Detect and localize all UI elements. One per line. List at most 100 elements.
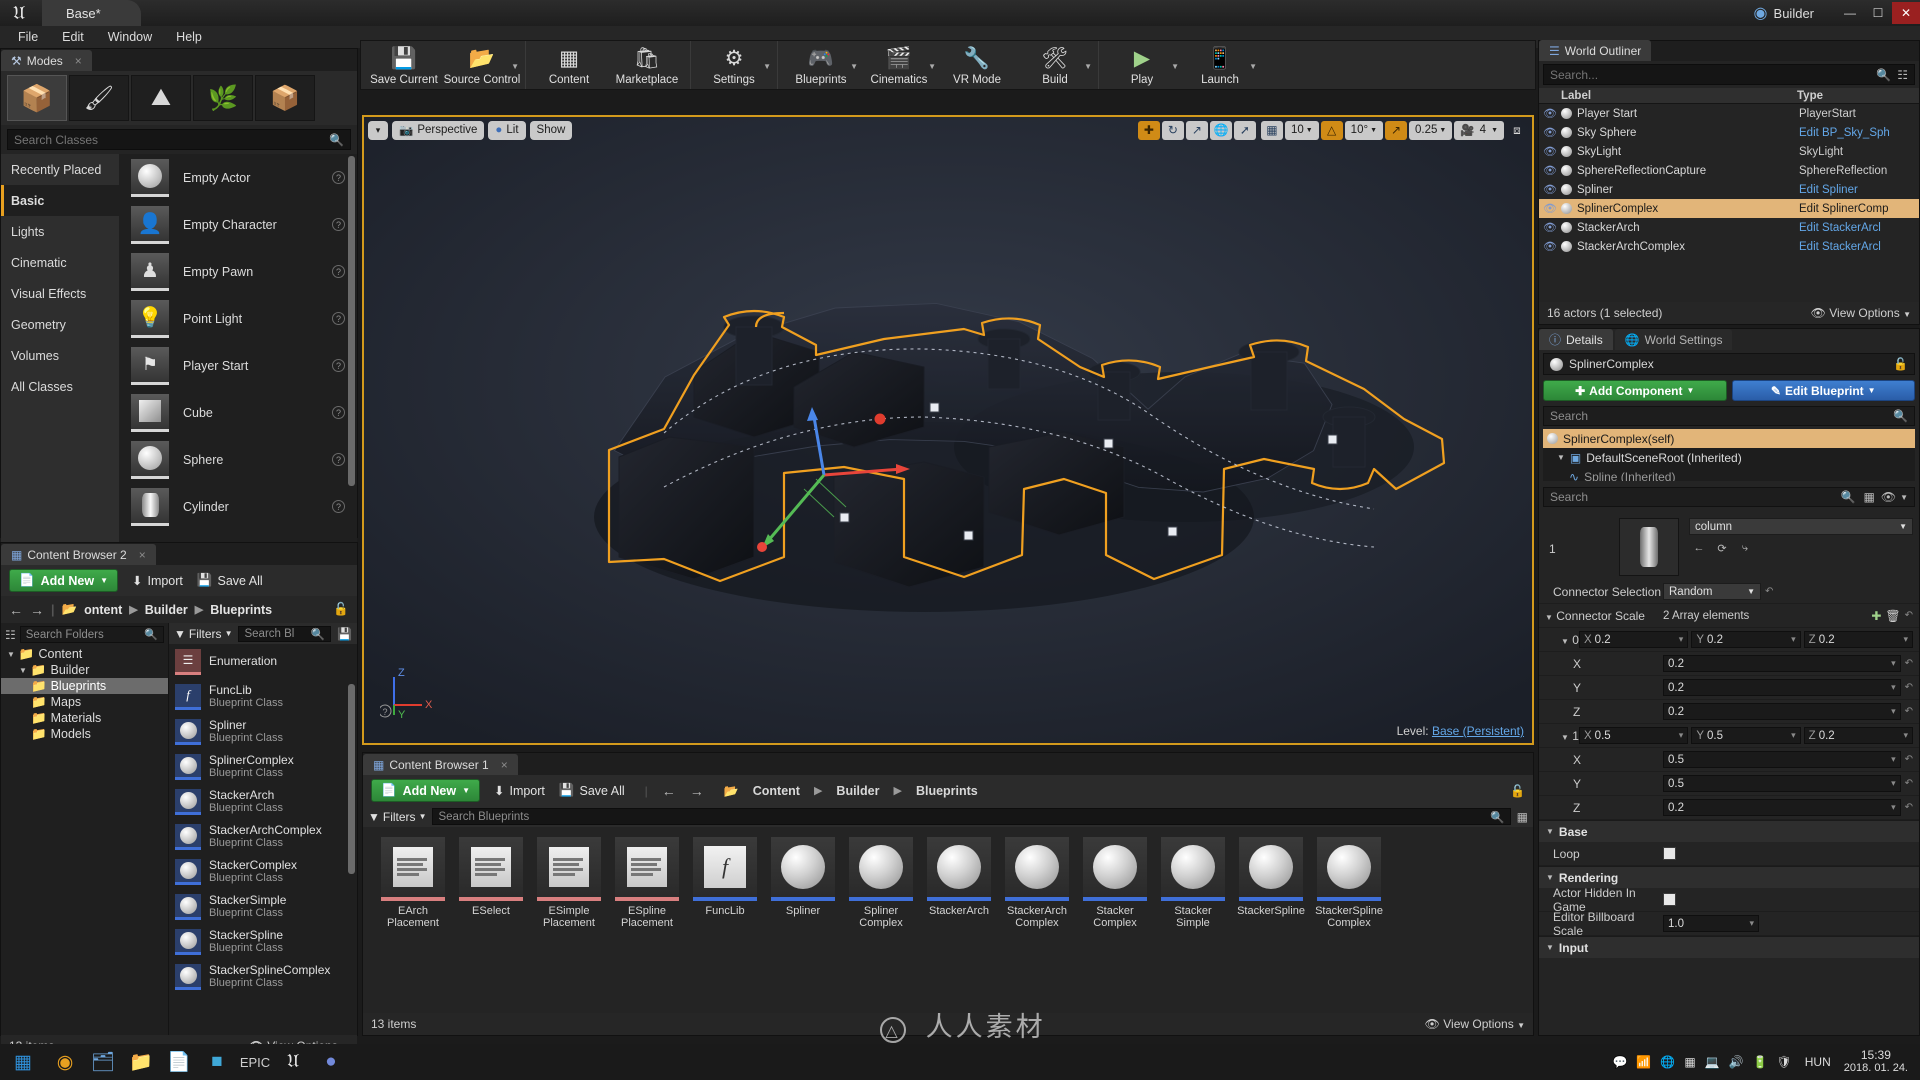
save-current-button[interactable]: 💾 Save Current — [365, 41, 443, 89]
surface-snap-button[interactable]: ➚ — [1233, 120, 1256, 140]
visibility-eye-icon[interactable]: 👁 — [1539, 107, 1561, 120]
property-grid-view-icon[interactable]: ▦ — [1864, 490, 1875, 504]
outliner-row-type[interactable]: Edit StackerArcl — [1797, 241, 1919, 253]
vector-component-field[interactable]: X 0.5 ▾ — [1579, 727, 1689, 744]
list-item[interactable]: 💡 Point Light ? — [119, 295, 357, 342]
cb1-crumb-blueprints[interactable]: Blueprints — [916, 784, 978, 798]
component-root[interactable]: SplinerComplex(self) — [1543, 429, 1915, 448]
asset-tile[interactable]: StackerSpline Complex — [1315, 837, 1383, 929]
cb1-view-toggle-icon[interactable]: ▦ — [1517, 810, 1528, 824]
menu-help[interactable]: Help — [164, 28, 214, 46]
cb1-tab-close-icon[interactable]: × — [501, 758, 508, 772]
spinner-icon[interactable]: ▾ — [1791, 634, 1796, 645]
outliner-row-type[interactable]: Edit Spliner — [1797, 184, 1919, 196]
taskbar-unreal-icon[interactable]: 𝔘 — [274, 1044, 312, 1080]
outliner-row[interactable]: 👁 SplinerComplex Edit SplinerComp — [1539, 199, 1919, 218]
list-item[interactable]: StackerSplineComplex Blueprint Class — [169, 959, 357, 994]
tray-volume-icon[interactable]: 🔊 — [1729, 1055, 1744, 1069]
help-icon[interactable]: ? — [332, 359, 345, 372]
spinner-icon[interactable]: ▾ — [1891, 682, 1896, 693]
array-add-icon[interactable]: ✚ — [1871, 609, 1881, 623]
spinner-icon[interactable]: ▾ — [1679, 730, 1684, 741]
vector-component-field[interactable]: Y 0.2 ▾ — [1691, 631, 1801, 648]
rotate-tool-button[interactable]: ↻ — [1161, 120, 1184, 140]
category-geometry[interactable]: Geometry — [1, 309, 119, 340]
outliner-search-row[interactable]: 🔍 ☷ — [1543, 64, 1915, 85]
spinner-icon[interactable]: ▾ — [1891, 706, 1896, 717]
category-recently-placed[interactable]: Recently Placed — [1, 154, 119, 185]
outliner-filter-icon[interactable]: ☷ — [1897, 68, 1908, 82]
project-tab[interactable]: Base* — [42, 0, 141, 26]
spinner-icon[interactable]: ▾ — [1679, 634, 1684, 645]
asset-tile[interactable]: ESelect — [457, 837, 525, 929]
launch-button[interactable]: 📱 Launch ▼ — [1181, 41, 1259, 89]
reset-arrow-icon[interactable]: ↶ — [1905, 754, 1913, 765]
tab-world-settings[interactable]: 🌐 World Settings — [1614, 329, 1733, 350]
array-clear-icon[interactable]: 🗑 — [1885, 609, 1900, 623]
folder-builder[interactable]: ▼ 📁 Builder — [1, 662, 168, 678]
outliner-row-type[interactable]: Edit StackerArcl — [1797, 222, 1919, 234]
folder-models[interactable]: 📁 Models — [1, 726, 168, 742]
outliner-row[interactable]: 👁 SphereReflectionCapture SphereReflection — [1539, 161, 1919, 180]
angle-snap-toggle[interactable]: △ — [1320, 120, 1343, 140]
folder-maps[interactable]: 📁 Maps — [1, 694, 168, 710]
camera-speed-control[interactable]: 🎥 4 ▼ — [1454, 120, 1504, 140]
asset-tile[interactable]: StackerArch — [925, 837, 993, 929]
list-item[interactable]: Cylinder ? — [119, 483, 357, 530]
category-visual-effects[interactable]: Visual Effects — [1, 278, 119, 309]
list-item[interactable]: StackerArch Blueprint Class — [169, 784, 357, 819]
outliner-row-type[interactable]: Edit BP_Sky_Sph — [1797, 127, 1919, 139]
expand-triangle-icon[interactable]: ▼ — [1546, 943, 1554, 952]
cb2-crumb-blueprints[interactable]: Blueprints — [210, 603, 272, 617]
reset-arrow-icon[interactable]: ↶ — [1905, 658, 1913, 669]
tree-view-icon[interactable]: ☷ — [5, 628, 16, 642]
mesh-select-dropdown[interactable]: column ▼ — [1689, 518, 1913, 535]
build-button[interactable]: 🛠 Build ▼ — [1016, 41, 1094, 89]
asset-tile[interactable]: ESimple Placement — [535, 837, 603, 929]
scale-snap-value[interactable]: 0.25 ▼ — [1409, 120, 1453, 140]
expand-triangle-icon[interactable]: ▼ — [1557, 453, 1565, 462]
visibility-eye-icon[interactable]: 👁 — [1539, 183, 1561, 196]
property-eye-icon[interactable]: 👁 — [1881, 490, 1896, 504]
reset-arrow-icon[interactable]: ↶ — [1765, 586, 1773, 597]
search-classes-row[interactable]: 🔍 — [7, 129, 351, 150]
property-checkbox[interactable] — [1663, 893, 1676, 906]
asset-tile[interactable]: StackerSpline — [1237, 837, 1305, 929]
cb1-filters-button[interactable]: ▼ Filters ▼ — [368, 810, 426, 824]
category-volumes[interactable]: Volumes — [1, 340, 119, 371]
cb2-save-icon[interactable]: 💾 — [337, 627, 352, 641]
list-item[interactable]: ♟ Empty Pawn ? — [119, 248, 357, 295]
asset-tile[interactable]: Spliner — [769, 837, 837, 929]
vector-component-field[interactable]: Z 0.2 ▾ — [1803, 727, 1913, 744]
folder-content[interactable]: ▼ 📁 Content — [1, 646, 168, 662]
expand-triangle-icon[interactable]: ▼ — [1561, 637, 1569, 646]
asset-tile[interactable]: f FuncLib — [691, 837, 759, 929]
taskbar-browser-icon[interactable]: ◉ — [46, 1044, 84, 1080]
outliner-search-input[interactable] — [1550, 67, 1877, 82]
cb2-import-button[interactable]: ⬇ Import — [132, 573, 183, 589]
visibility-eye-icon[interactable]: 👁 — [1539, 240, 1561, 252]
settings-button[interactable]: ⚙ Settings ▼ — [695, 41, 773, 89]
component-value-field[interactable]: 0.5 ▾ — [1663, 751, 1901, 768]
category-all-classes[interactable]: All Classes — [1, 371, 119, 402]
help-icon[interactable]: ? — [332, 218, 345, 231]
help-icon[interactable]: ? — [332, 171, 345, 184]
category-basic[interactable]: Basic — [1, 185, 119, 216]
outliner-row[interactable]: 👁 Sky Sphere Edit BP_Sky_Sph — [1539, 123, 1919, 142]
asset-tile[interactable]: Spliner Complex — [847, 837, 915, 929]
cinematics-button[interactable]: 🎬 Cinematics ▼ — [860, 41, 938, 89]
property-checkbox[interactable] — [1663, 847, 1676, 860]
modes-tab-close-icon[interactable]: × — [75, 54, 82, 68]
outliner-row[interactable]: 👁 SkyLight SkyLight — [1539, 142, 1919, 161]
minimize-button[interactable]: — — [1836, 2, 1864, 24]
tray-grid-icon[interactable]: ▦ — [1684, 1055, 1695, 1069]
component-value-field[interactable]: 0.2 ▾ — [1663, 655, 1901, 672]
angle-snap-value[interactable]: 10° ▼ — [1344, 120, 1383, 140]
expand-triangle-icon[interactable]: ▼ — [1546, 873, 1554, 882]
cb2-lock-icon[interactable]: 🔓 — [333, 602, 349, 617]
paint-mode-button[interactable]: 🖌 — [69, 75, 129, 121]
maximize-viewport-button[interactable]: ⧈ — [1506, 121, 1528, 140]
chevron-down-icon[interactable]: ▼ — [1249, 62, 1257, 71]
foliage-mode-button[interactable]: 🌿 — [193, 75, 253, 121]
reset-arrow-icon[interactable]: ↶ — [1905, 778, 1913, 789]
